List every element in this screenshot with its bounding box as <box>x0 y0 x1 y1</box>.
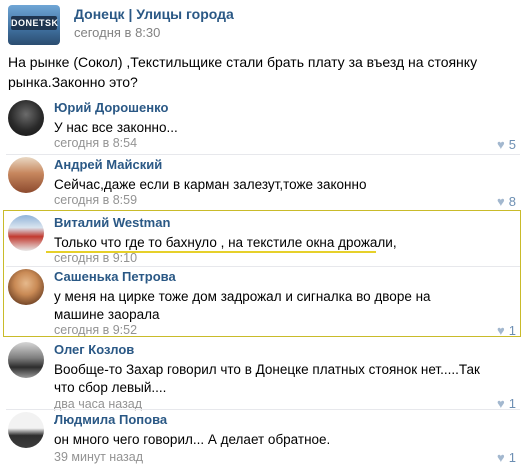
group-avatar[interactable]: DONETSK <box>8 5 60 45</box>
avatar[interactable] <box>8 412 44 448</box>
comment-author[interactable]: Виталий Westman <box>54 215 170 230</box>
comment-text: У нас все законно... <box>54 120 178 135</box>
like-button[interactable]: ♥ 1 <box>497 323 516 338</box>
comment-text: Вообще-то Захар говорил что в Донецке пл… <box>54 362 480 395</box>
group-logo: DONETSK <box>11 16 59 30</box>
comment-author[interactable]: Людмила Попова <box>54 412 167 427</box>
comment-text: Сейчас,даже если в карман залезут,тоже з… <box>54 177 367 192</box>
heart-icon: ♥ <box>497 137 505 152</box>
heart-icon: ♥ <box>497 323 505 338</box>
text-underline <box>46 251 376 253</box>
like-button[interactable]: ♥ 8 <box>497 194 516 209</box>
comment-text: у меня на цирке тоже дом задрожал и сигн… <box>54 289 431 322</box>
like-button[interactable]: ♥ 5 <box>497 137 516 152</box>
avatar[interactable] <box>8 100 44 136</box>
heart-icon: ♥ <box>497 450 505 465</box>
avatar[interactable] <box>8 269 44 305</box>
post-time[interactable]: сегодня в 8:30 <box>74 25 160 40</box>
comment-text: Только что где то бахнуло , на текстиле … <box>54 235 397 250</box>
comment-author[interactable]: Олег Козлов <box>54 342 134 357</box>
post-text: На рынке (Сокол) ,Текстильщике стали бра… <box>8 54 478 90</box>
like-count: 1 <box>508 323 516 338</box>
comment-author[interactable]: Сашенька Петрова <box>54 269 176 284</box>
comment-time[interactable]: сегодня в 9:52 <box>54 323 137 337</box>
like-count: 8 <box>508 194 516 209</box>
comment-author[interactable]: Юрий Дорошенко <box>54 100 168 115</box>
comment-time[interactable]: сегодня в 8:59 <box>54 193 137 207</box>
avatar[interactable] <box>8 157 44 193</box>
divider <box>6 409 520 410</box>
comment-time[interactable]: 39 минут назад <box>54 450 143 464</box>
divider <box>6 154 520 155</box>
comment-time[interactable]: сегодня в 9:10 <box>54 251 137 265</box>
comment-text: он много чего говорил... А делает обратн… <box>54 432 331 447</box>
comment-time[interactable]: сегодня в 8:54 <box>54 136 137 150</box>
post-header: DONETSK Донецк | Улицы города сегодня в … <box>8 5 518 45</box>
divider <box>6 266 520 267</box>
like-count: 5 <box>508 137 516 152</box>
avatar[interactable] <box>8 342 44 378</box>
like-button[interactable]: ♥ 1 <box>497 450 516 465</box>
like-count: 1 <box>508 450 516 465</box>
avatar[interactable] <box>8 215 44 251</box>
comment-author[interactable]: Андрей Майский <box>54 157 162 172</box>
group-name-link[interactable]: Донецк | Улицы города <box>74 6 234 22</box>
heart-icon: ♥ <box>497 194 505 209</box>
